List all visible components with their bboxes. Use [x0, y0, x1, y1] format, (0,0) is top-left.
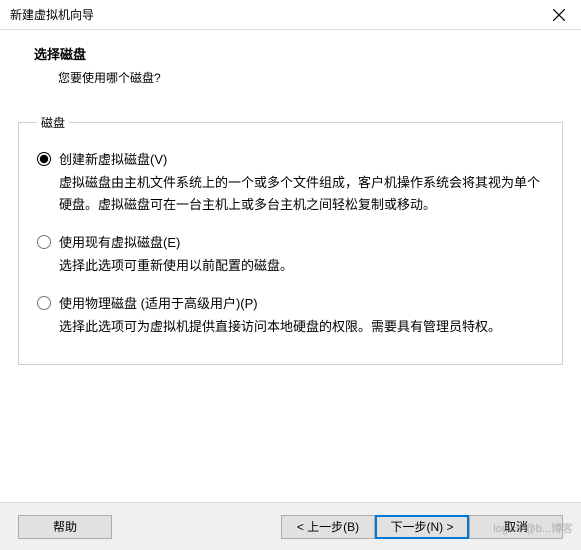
close-button[interactable] [536, 0, 581, 30]
page-subheading: 您要使用哪个磁盘? [34, 69, 561, 86]
wizard-header: 选择磁盘 您要使用哪个磁盘? [0, 30, 581, 104]
disk-group-legend: 磁盘 [37, 114, 69, 131]
help-button[interactable]: 帮助 [18, 515, 112, 539]
option-use-physical-desc: 选择此选项可为虚拟机提供直接访问本地硬盘的权限。需要具有管理员特权。 [37, 312, 544, 338]
page-heading: 选择磁盘 [34, 44, 561, 63]
radio-use-existing[interactable] [37, 235, 51, 249]
option-create-new: 创建新虚拟磁盘(V) 虚拟磁盘由主机文件系统上的一个或多个文件组成，客户机操作系… [37, 149, 544, 216]
option-use-physical-label: 使用物理磁盘 (适用于高级用户)(P) [59, 293, 258, 312]
cancel-button[interactable]: 取消 [469, 515, 563, 539]
close-icon [553, 9, 565, 21]
back-button[interactable]: < 上一步(B) [281, 515, 375, 539]
option-create-new-row[interactable]: 创建新虚拟磁盘(V) [37, 149, 544, 168]
nav-button-group: < 上一步(B) 下一步(N) > [281, 515, 469, 539]
option-use-physical: 使用物理磁盘 (适用于高级用户)(P) 选择此选项可为虚拟机提供直接访问本地硬盘… [37, 293, 544, 338]
option-create-new-label: 创建新虚拟磁盘(V) [59, 149, 167, 168]
option-use-existing-label: 使用现有虚拟磁盘(E) [59, 232, 180, 251]
radio-create-new[interactable] [37, 152, 51, 166]
option-create-new-desc: 虚拟磁盘由主机文件系统上的一个或多个文件组成，客户机操作系统会将其视为单个硬盘。… [37, 168, 544, 216]
option-use-existing-desc: 选择此选项可重新使用以前配置的磁盘。 [37, 251, 544, 277]
titlebar: 新建虚拟机向导 [0, 0, 581, 30]
disk-group: 磁盘 创建新虚拟磁盘(V) 虚拟磁盘由主机文件系统上的一个或多个文件组成，客户机… [18, 114, 563, 365]
option-use-physical-row[interactable]: 使用物理磁盘 (适用于高级用户)(P) [37, 293, 544, 312]
option-use-existing-row[interactable]: 使用现有虚拟磁盘(E) [37, 232, 544, 251]
next-button[interactable]: 下一步(N) > [375, 515, 469, 539]
button-bar: 帮助 < 上一步(B) 下一步(N) > 取消 [0, 502, 581, 550]
window-title: 新建虚拟机向导 [10, 6, 94, 23]
radio-use-physical[interactable] [37, 296, 51, 310]
option-use-existing: 使用现有虚拟磁盘(E) 选择此选项可重新使用以前配置的磁盘。 [37, 232, 544, 277]
